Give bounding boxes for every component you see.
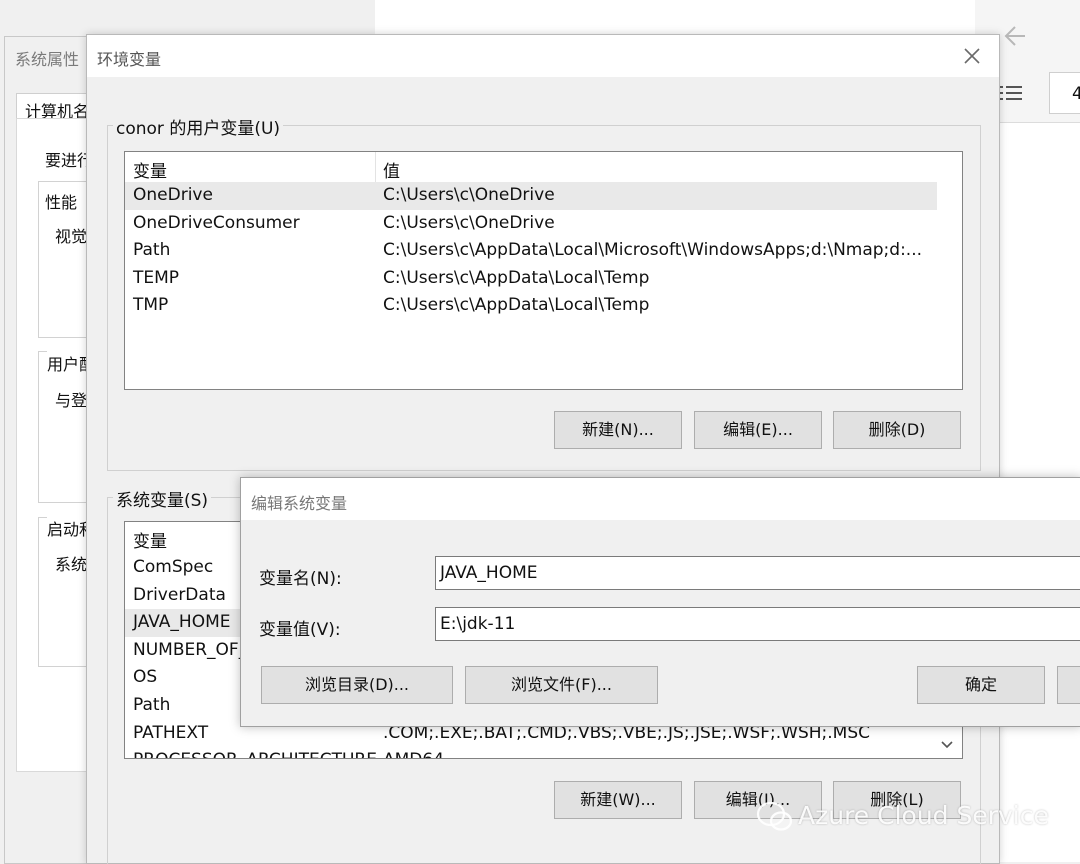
- env-titlebar: 环境变量: [87, 35, 999, 77]
- back-arrow-icon[interactable]: [1003, 24, 1029, 48]
- watermark-text: Azure Cloud Service: [798, 801, 1049, 830]
- table-row[interactable]: OneDriveConsumer C:\Users\c\OneDrive: [125, 210, 937, 238]
- explorer-page-field[interactable]: 4: [1049, 72, 1080, 114]
- variable-name: OneDrive: [133, 185, 213, 205]
- variable-name: PROCESSOR_ARCHITECTURE: [133, 747, 377, 758]
- edit-titlebar: 编辑系统变量: [241, 478, 1080, 520]
- variable-name: OS: [133, 667, 158, 688]
- variable-name-label: 变量名(N):: [259, 569, 342, 589]
- variable-value: AMD64: [383, 747, 444, 758]
- system-properties-title: 系统属性: [15, 50, 80, 69]
- edit-dialog-title: 编辑系统变量: [251, 494, 348, 513]
- browse-directory-button[interactable]: 浏览目录(D)...: [261, 666, 453, 704]
- system-column-name[interactable]: 变量: [133, 527, 167, 552]
- system-new-button[interactable]: 新建(W)...: [554, 781, 682, 819]
- user-edit-button[interactable]: 编辑(E)...: [694, 411, 822, 449]
- user-column-name[interactable]: 变量: [133, 157, 167, 182]
- variable-name: ComSpec: [133, 557, 214, 577]
- variable-name: JAVA_HOME: [133, 612, 231, 633]
- user-list-header: 变量 值: [125, 152, 937, 183]
- variable-value-label: 变量值(V):: [259, 620, 341, 640]
- wechat-icon: [756, 801, 793, 831]
- environment-variables-dialog: 环境变量 conor 的用户变量(U) 变量 值 OneDrive C:\Use…: [86, 34, 1000, 864]
- variable-name: NUMBER_OF_: [133, 639, 248, 660]
- startup-text: 系统: [55, 555, 88, 574]
- ok-button[interactable]: 确定: [917, 666, 1045, 704]
- user-new-button[interactable]: 新建(N)...: [554, 411, 682, 449]
- scroll-down-icon[interactable]: [937, 734, 957, 754]
- background-window: [375, 0, 975, 36]
- env-dialog-title: 环境变量: [97, 50, 162, 69]
- variable-name: TMP: [133, 295, 169, 316]
- variable-name: PATHEXT: [133, 722, 209, 743]
- table-row[interactable]: OneDrive C:\Users\c\OneDrive: [125, 182, 937, 210]
- variable-name-input[interactable]: JAVA_HOME: [435, 556, 1080, 590]
- table-row[interactable]: TMP C:\Users\c\AppData\Local\Temp: [125, 292, 937, 320]
- variable-value: C:\Users\c\AppData\Local\Temp: [383, 267, 650, 288]
- variable-name: TEMP: [133, 267, 180, 288]
- browse-file-button[interactable]: 浏览文件(F)...: [465, 666, 658, 704]
- user-delete-button[interactable]: 删除(D): [833, 411, 961, 449]
- performance-text: 视觉: [55, 227, 88, 246]
- variable-value: C:\Users\c\OneDrive: [383, 185, 555, 205]
- variable-name: Path: [133, 694, 171, 715]
- list-view-icon[interactable]: [1000, 84, 1024, 102]
- user-variables-list[interactable]: 变量 值 OneDrive C:\Users\c\OneDrive OneDri…: [124, 151, 963, 390]
- variable-value: C:\Users\c\OneDrive: [383, 212, 555, 233]
- variable-value-input[interactable]: E:\jdk-11: [435, 607, 1080, 641]
- performance-legend: 性能: [45, 189, 78, 213]
- variable-name: DriverData: [133, 584, 226, 605]
- cancel-button[interactable]: [1057, 666, 1080, 704]
- column-divider: [375, 152, 376, 182]
- edit-system-variable-dialog: 编辑系统变量 变量名(N): JAVA_HOME 变量值(V): E:\jdk-…: [240, 477, 1080, 727]
- variable-name: OneDriveConsumer: [133, 212, 300, 233]
- variable-name: Path: [133, 240, 171, 261]
- table-row[interactable]: TEMP C:\Users\c\AppData\Local\Temp: [125, 265, 937, 293]
- variable-value: C:\Users\c\AppData\Local\Temp: [383, 295, 650, 316]
- user-column-value[interactable]: 值: [383, 157, 400, 182]
- user-variables-legend: conor 的用户变量(U): [113, 114, 284, 139]
- close-icon[interactable]: [963, 47, 981, 65]
- user-profiles-text: 与登: [55, 391, 88, 410]
- variable-value: C:\Users\c\AppData\Local\Microsoft\Windo…: [383, 240, 923, 261]
- table-row[interactable]: Path C:\Users\c\AppData\Local\Microsoft\…: [125, 237, 937, 265]
- system-variables-legend: 系统变量(S): [113, 486, 212, 511]
- table-row[interactable]: PROCESSOR_ARCHITECTURE AMD64: [125, 747, 937, 758]
